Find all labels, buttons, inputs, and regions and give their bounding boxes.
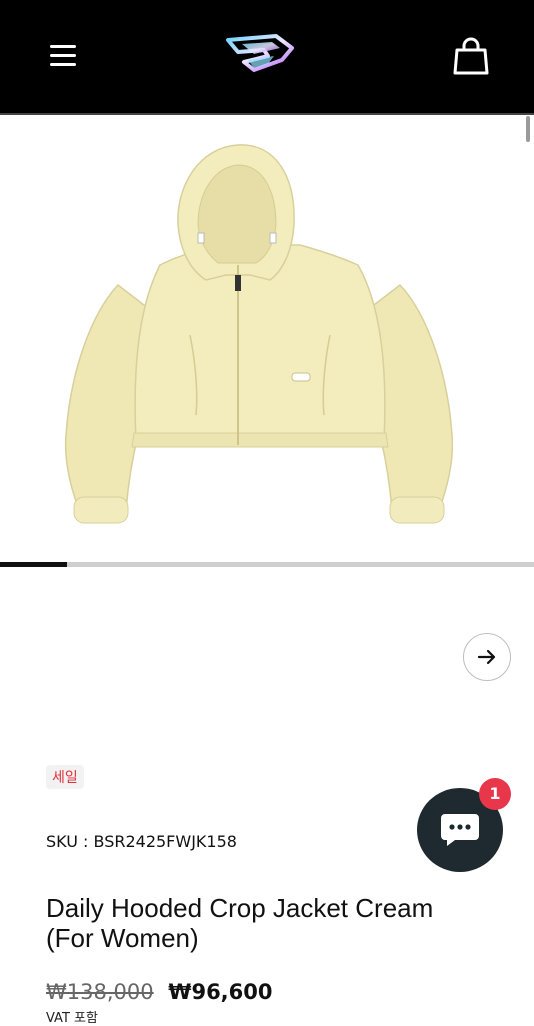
chat-unread-badge: 1 [479,778,511,810]
product-title: Daily Hooded Crop Jacket Cream (For Wome… [46,893,434,953]
product-image-gallery[interactable] [0,115,534,565]
shopping-bag-icon[interactable] [452,36,490,76]
product-sku: SKU : BSR2425FWJK158 [46,832,237,851]
next-image-button[interactable] [463,633,511,681]
chat-bubble-icon [441,814,479,846]
brand-logo[interactable] [224,30,296,76]
page-scrollbar[interactable] [526,116,530,142]
price-row: ₩138,000 ₩96,600 [46,980,273,1004]
site-header [0,0,534,115]
arrow-right-icon [477,649,496,665]
price-sale: ₩96,600 [168,980,273,1004]
sale-badge: 세일 [46,765,84,789]
hamburger-menu-icon[interactable] [44,38,82,74]
vat-note: VAT 포함 [46,1011,98,1026]
gallery-progress-bar [0,562,534,567]
price-original: ₩138,000 [46,980,154,1004]
gallery-progress-fill [0,562,67,567]
cream-hooded-crop-jacket [64,144,454,524]
